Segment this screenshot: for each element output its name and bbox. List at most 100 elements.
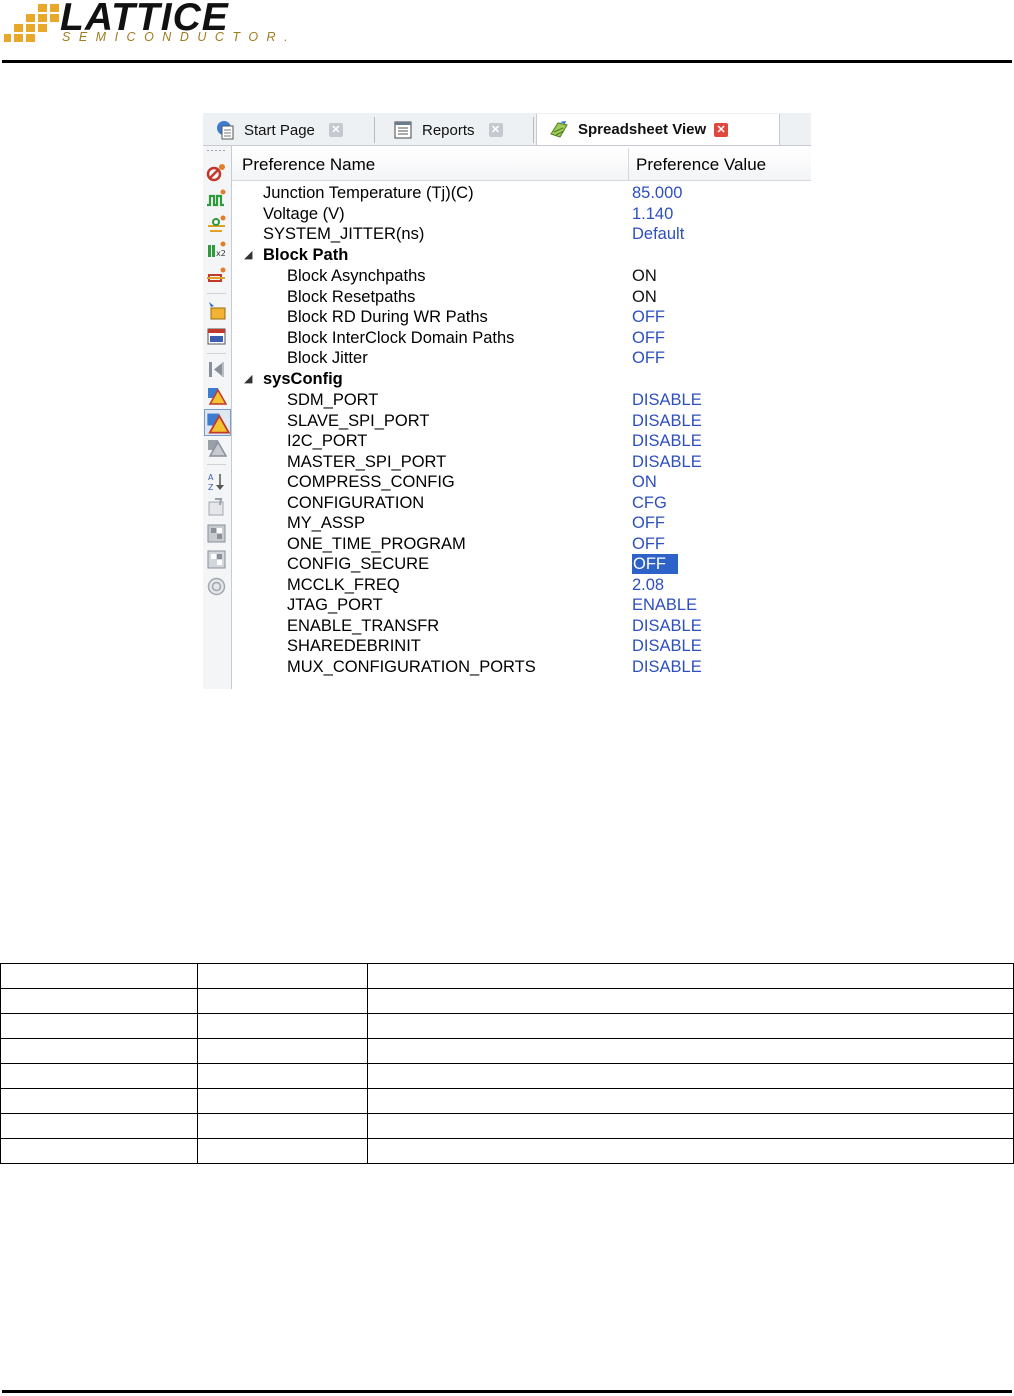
preference-value[interactable]: OFF [632, 554, 678, 574]
preference-value[interactable]: OFF [632, 513, 665, 533]
preference-value[interactable]: ON [632, 472, 657, 492]
preference-row[interactable]: SHAREDEBRINIT DISABLE [232, 636, 811, 656]
preference-row[interactable]: Voltage (V) 1.140 [232, 204, 811, 224]
port-assignments-icon[interactable] [206, 162, 227, 183]
show-info-icon[interactable] [206, 437, 227, 458]
group-row[interactable]: ◢ Block Path [232, 245, 811, 265]
preference-row[interactable]: SDM_PORT DISABLE [232, 390, 811, 410]
preference-value[interactable]: 85.000 [632, 183, 682, 203]
tab-spreadsheet-view[interactable]: Spreadsheet View ✕ [536, 114, 780, 145]
tab-reports[interactable]: Reports ✕ [393, 115, 503, 145]
table-cell [196, 1038, 369, 1064]
collapse-triangle-icon[interactable]: ◢ [244, 369, 252, 389]
preference-row[interactable]: SYSTEM_JITTER(ns) Default [232, 224, 811, 244]
column-header-name[interactable]: Preference Name [242, 155, 375, 175]
preference-value[interactable]: OFF [632, 307, 665, 327]
preference-value[interactable]: DISABLE [632, 657, 702, 677]
preference-value[interactable]: CFG [632, 493, 667, 513]
preference-value[interactable]: 2.08 [632, 575, 664, 595]
spreadsheet-view-window: Start Page ✕ Reports ✕ Spreadsheet View … [203, 113, 811, 689]
preference-value[interactable]: DISABLE [632, 431, 702, 451]
show-warnings-icon[interactable] [206, 385, 227, 406]
preference-row[interactable]: SLAVE_SPI_PORT DISABLE [232, 411, 811, 431]
preference-value[interactable]: DISABLE [632, 636, 702, 656]
collapse-triangle-icon[interactable]: ◢ [244, 245, 252, 265]
group-icon[interactable]: x2 [206, 240, 227, 261]
preference-row[interactable]: Block InterClock Domain Paths OFF [232, 328, 811, 348]
preference-value[interactable]: DISABLE [632, 411, 702, 431]
column-header-value[interactable]: Preference Value [636, 155, 766, 175]
preference-value[interactable]: ENABLE [632, 595, 697, 615]
route-priority-icon[interactable] [206, 266, 227, 287]
table-cell [367, 1038, 1014, 1064]
preference-name: SDM_PORT [287, 391, 379, 409]
import-icon[interactable] [206, 549, 227, 570]
export-icon[interactable] [206, 523, 227, 544]
tab-label: Reports [422, 121, 475, 139]
preference-row[interactable]: Block Asynchpaths ON [232, 266, 811, 286]
table-cell [196, 1063, 369, 1089]
preference-row[interactable]: I2C_PORT DISABLE [232, 431, 811, 451]
preference-row[interactable]: MASTER_SPI_PORT DISABLE [232, 452, 811, 472]
table-cell [0, 1063, 198, 1089]
toolbar-divider [207, 293, 226, 294]
help-icon[interactable] [206, 576, 227, 597]
table-row [0, 1063, 1014, 1089]
preference-row[interactable]: CONFIGURATION CFG [232, 493, 811, 513]
close-icon[interactable]: ✕ [488, 123, 503, 137]
preference-value[interactable]: DISABLE [632, 452, 702, 472]
preference-name: I2C_PORT [287, 432, 368, 450]
preference-name: sysConfig [263, 370, 343, 388]
table-cell [0, 1113, 198, 1139]
preference-row[interactable]: Block Jitter OFF [232, 348, 811, 368]
preference-row[interactable]: COMPRESS_CONFIG ON [232, 472, 811, 492]
preference-row[interactable]: ENABLE_TRANSFR DISABLE [232, 616, 811, 636]
table-row [0, 1088, 1014, 1114]
preference-value[interactable]: OFF [632, 328, 665, 348]
preference-value[interactable]: 1.140 [632, 204, 673, 224]
preference-value[interactable]: ON [632, 287, 657, 307]
preference-row[interactable]: MCCLK_FREQ 2.08 [232, 575, 811, 595]
sort-icon[interactable]: AZ [206, 471, 227, 492]
preference-name: Junction Temperature (Tj)(C) [263, 184, 474, 202]
preference-name: Block Path [263, 246, 349, 264]
preference-value[interactable]: OFF [632, 534, 665, 554]
preference-name: MUX_CONFIGURATION_PORTS [287, 658, 536, 676]
preference-row[interactable]: ONE_TIME_PROGRAM OFF [232, 534, 811, 554]
show-errors-icon[interactable] [204, 409, 231, 436]
preference-row[interactable]: MUX_CONFIGURATION_PORTS DISABLE [232, 657, 811, 677]
preference-row[interactable]: Junction Temperature (Tj)(C) 85.000 [232, 183, 811, 203]
preference-row[interactable]: Block RD During WR Paths OFF [232, 307, 811, 327]
preference-name: MASTER_SPI_PORT [287, 453, 447, 471]
clock-route-icon[interactable] [206, 214, 227, 235]
table-cell [196, 963, 369, 989]
preference-row[interactable]: MY_ASSP OFF [232, 513, 811, 533]
close-icon[interactable]: ✕ [328, 123, 343, 137]
table-cell [196, 1013, 369, 1039]
tab-start-page[interactable]: Start Page ✕ [215, 115, 343, 145]
preference-value[interactable]: OFF [632, 348, 665, 368]
table-cell [196, 1088, 369, 1114]
cell-mapping-icon[interactable] [206, 300, 227, 321]
preference-value[interactable]: DISABLE [632, 616, 702, 636]
tab-label: Start Page [244, 121, 315, 139]
preference-name: CONFIGURATION [287, 494, 425, 512]
preference-row[interactable]: JTAG_PORT ENABLE [232, 595, 811, 615]
timing-preferences-icon[interactable] [206, 188, 227, 209]
preference-row[interactable]: Block Resetpaths ON [232, 287, 811, 307]
preference-name: Block Jitter [287, 349, 368, 367]
preference-value[interactable]: ON [632, 266, 657, 286]
refresh-icon[interactable] [206, 497, 227, 518]
tab-bar: Start Page ✕ Reports ✕ Spreadsheet View … [203, 113, 811, 146]
back-annotate-icon[interactable] [206, 359, 227, 380]
preference-value[interactable]: DISABLE [632, 390, 702, 410]
close-icon[interactable]: ✕ [714, 122, 729, 137]
table-cell [367, 1138, 1014, 1164]
preference-value[interactable]: Default [632, 224, 684, 244]
table-row [0, 963, 1014, 989]
preference-name: SYSTEM_JITTER(ns) [263, 225, 425, 243]
grid-header: Preference Name Preference Value [232, 148, 811, 181]
group-row[interactable]: ◢ sysConfig [232, 369, 811, 389]
preference-row[interactable]: CONFIG_SECURE OFF [232, 554, 811, 574]
global-preferences-icon[interactable] [206, 326, 227, 347]
